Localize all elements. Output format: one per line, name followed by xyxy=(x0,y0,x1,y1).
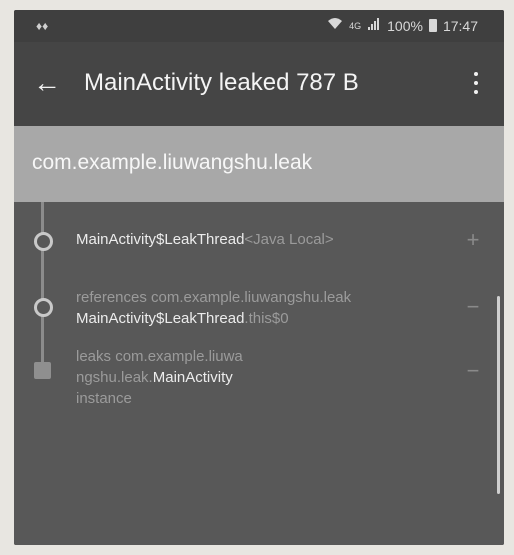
status-icons: 4G 100% 17:47 xyxy=(327,17,478,34)
trace-detail: com.example.liuwangshu.leak xyxy=(151,289,352,306)
back-arrow-icon[interactable]: ← xyxy=(30,66,64,100)
more-options-icon[interactable] xyxy=(464,66,488,100)
collapse-icon[interactable]: − xyxy=(464,360,482,382)
app-bar: ← MainActivity leaked 787 B xyxy=(14,42,504,126)
network-type: 4G xyxy=(349,20,362,31)
phone-screen: ♦♦ 4G 100% 17:47 ← MainActivity leaked 7… xyxy=(14,10,504,545)
status-bar: ♦♦ 4G 100% 17:47 xyxy=(14,10,504,42)
trace-prefix: leaks xyxy=(76,348,112,365)
expand-icon[interactable]: + xyxy=(464,229,482,251)
trace-node-icon xyxy=(34,298,53,317)
trace-item-3[interactable]: leaks com.example.liuwa ngshu.leak.MainA… xyxy=(76,346,436,409)
trace-class: MainActivity$LeakThread xyxy=(76,231,245,248)
trace-detail: <Java Local> xyxy=(244,231,334,248)
trace-timeline xyxy=(41,202,44,374)
trace-item-2[interactable]: references com.example.liuwangshu.leak M… xyxy=(76,287,436,329)
battery-percent: 100% xyxy=(387,17,423,34)
trace-leak-icon xyxy=(34,362,51,379)
trace-detail: com.example.liuwa xyxy=(115,348,243,365)
trace-class: MainActivity xyxy=(152,369,233,386)
trace-detail-cont: ngshu.leak. xyxy=(76,369,153,386)
scrollbar[interactable] xyxy=(497,296,500,494)
leak-package-header[interactable]: com.example.liuwangshu.leak xyxy=(14,126,504,202)
clock: 17:47 xyxy=(442,17,478,34)
notification-indicator: ♦♦ xyxy=(36,19,49,33)
trace-prefix: references xyxy=(76,289,147,306)
leak-trace-list: MainActivity$LeakThread<Java Local> + re… xyxy=(14,202,504,545)
trace-node-icon xyxy=(34,232,53,251)
collapse-icon[interactable]: − xyxy=(464,296,482,318)
trace-field: .this$0 xyxy=(244,310,289,327)
package-name: com.example.liuwangshu.leak xyxy=(32,151,313,174)
trace-instance-label: instance xyxy=(76,390,132,407)
battery-icon xyxy=(428,19,437,32)
signal-icon xyxy=(367,17,381,34)
wifi-icon xyxy=(327,17,343,34)
trace-item-1[interactable]: MainActivity$LeakThread<Java Local> xyxy=(76,229,436,250)
trace-class: MainActivity$LeakThread xyxy=(76,310,245,327)
page-title: MainActivity leaked 787 B xyxy=(84,69,359,96)
